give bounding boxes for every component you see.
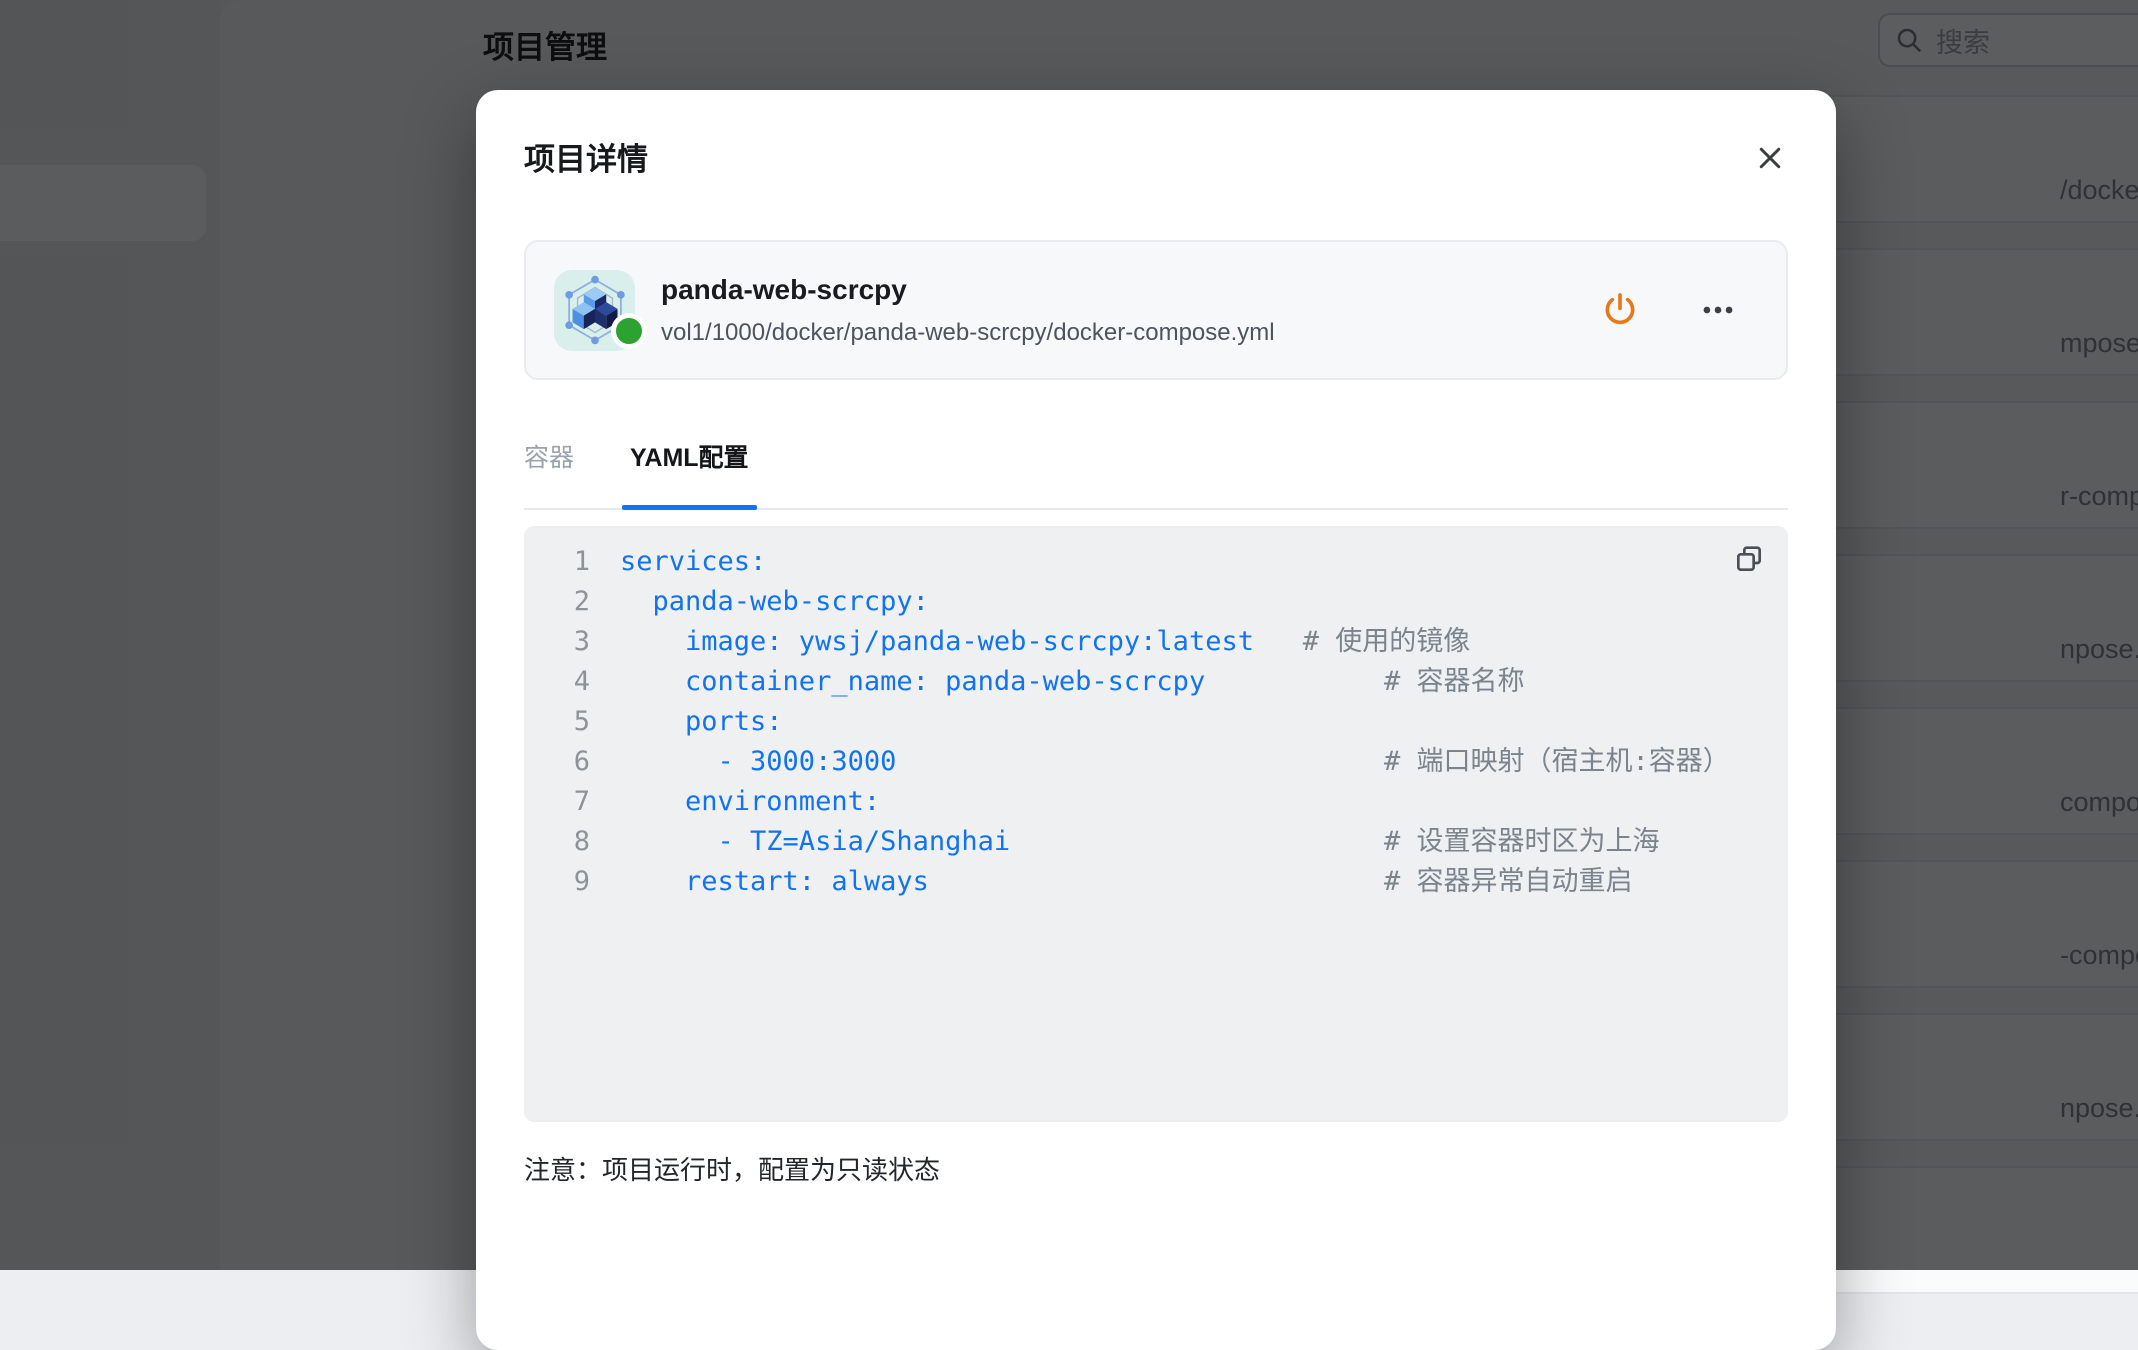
tab-yaml-config[interactable]: YAML配置: [630, 438, 749, 508]
yaml-line: 5 ports:: [548, 702, 1764, 742]
yaml-line: 9 restart: always # 容器异常自动重启: [548, 862, 1764, 902]
power-button[interactable]: [1600, 290, 1640, 330]
status-running-badge: [611, 313, 647, 349]
yaml-line: 3 image: ywsj/panda-web-scrcpy:latest # …: [548, 622, 1764, 662]
project-detail-modal: 项目详情 panda-web-scrcpy vol1/1000/docker/p…: [476, 90, 1836, 1350]
yaml-lines: 1services:2 panda-web-scrcpy:3 image: yw…: [548, 542, 1764, 902]
yaml-line: 7 environment:: [548, 782, 1764, 822]
readonly-note: 注意：项目运行时，配置为只读状态: [524, 1150, 1788, 1187]
yaml-line: 2 panda-web-scrcpy:: [548, 582, 1764, 622]
app-stage: 项目管理 搜索 p正/docker-compose.ymll正mpose.yml…: [0, 0, 2138, 1270]
project-name: panda-web-scrcpy: [661, 273, 1275, 307]
project-compose-path: vol1/1000/docker/panda-web-scrcpy/docker…: [661, 319, 1275, 347]
project-icon: [554, 270, 635, 351]
project-summary-card: panda-web-scrcpy vol1/1000/docker/panda-…: [524, 240, 1788, 380]
detail-tabs: 容器 YAML配置: [524, 438, 1788, 510]
tab-containers[interactable]: 容器: [524, 438, 574, 508]
yaml-line: 8 - TZ=Asia/Shanghai # 设置容器时区为上海: [548, 822, 1764, 862]
yaml-line: 6 - 3000:3000 # 端口映射（宿主机:容器）: [548, 742, 1764, 782]
close-icon[interactable]: [1752, 140, 1788, 176]
yaml-code-block: 1services:2 panda-web-scrcpy:3 image: yw…: [524, 526, 1788, 1122]
modal-title: 项目详情: [524, 142, 648, 178]
yaml-line: 4 container_name: panda-web-scrcpy # 容器名…: [548, 662, 1764, 702]
yaml-line: 1services:: [548, 542, 1764, 582]
copy-icon[interactable]: [1732, 542, 1766, 576]
more-options-button[interactable]: [1698, 290, 1738, 330]
